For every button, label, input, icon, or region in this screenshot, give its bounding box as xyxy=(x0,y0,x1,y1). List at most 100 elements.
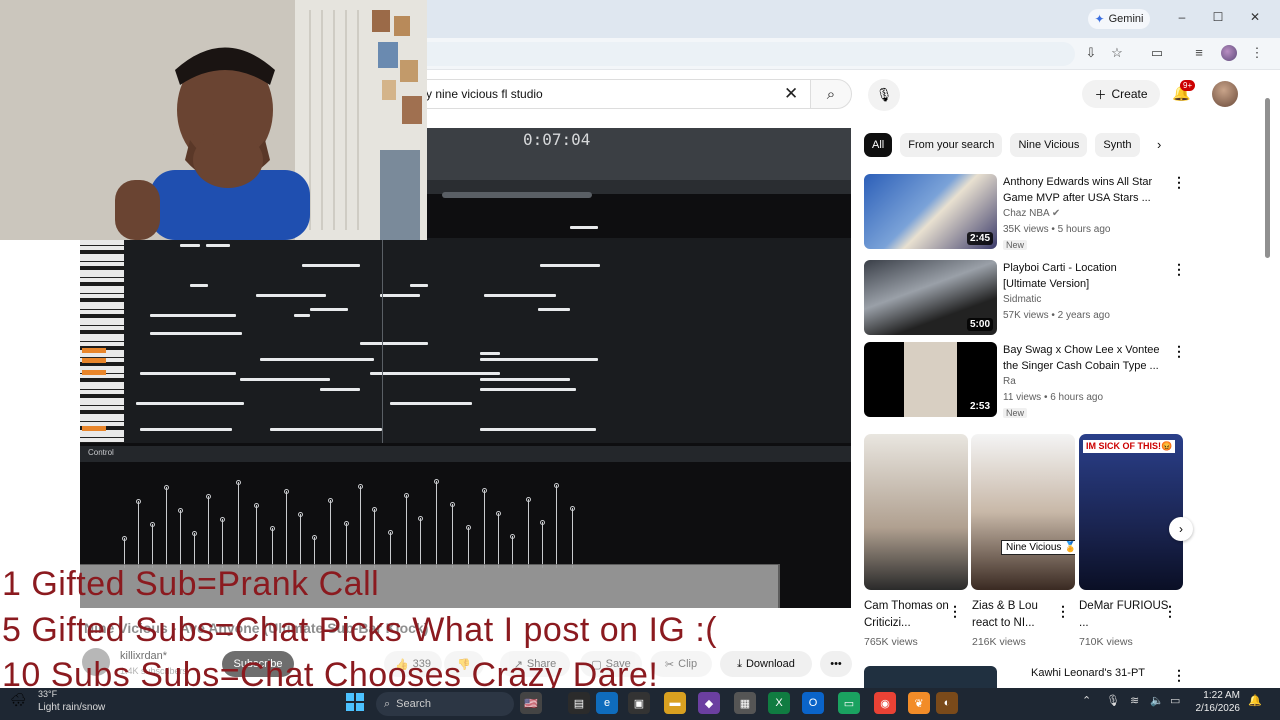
more-options-icon[interactable]: ⋮ xyxy=(1172,667,1186,684)
minimize-button[interactable]: – xyxy=(1174,10,1190,24)
mic-icon[interactable]: 🎙 xyxy=(1106,694,1120,707)
short-thumbnail[interactable] xyxy=(864,434,968,590)
velocity-handle xyxy=(122,536,127,541)
battery-icon[interactable]: ▭ xyxy=(1170,694,1180,707)
close-window-button[interactable]: ✕ xyxy=(1247,10,1263,24)
browser-menu-icon[interactable]: ⋮ xyxy=(1248,45,1266,61)
piano-roll-note xyxy=(370,372,500,375)
chip-from-your-search[interactable]: From your search xyxy=(900,133,1003,157)
piano-roll-note xyxy=(256,294,326,297)
velocity-bar xyxy=(406,495,407,568)
velocity-bar xyxy=(286,491,287,568)
overlay-goal-1: 1 Gifted Sub=Prank Call xyxy=(2,565,380,603)
maximize-button[interactable]: ☐ xyxy=(1210,10,1226,24)
velocity-handle xyxy=(136,499,141,504)
taskbar-clock[interactable]: 1:22 AM 2/16/2026 xyxy=(1188,689,1241,715)
short-title[interactable]: Cam Thomas on Criticizi... xyxy=(864,598,954,632)
store-icon[interactable]: ▣ xyxy=(628,692,650,714)
short-title[interactable]: Zias & B Lou react to NI... xyxy=(972,598,1062,632)
video-thumbnail[interactable]: 2:53 xyxy=(864,342,997,417)
tray-overflow-icon[interactable]: ⌃ xyxy=(1082,694,1091,707)
search-button[interactable]: ⌕ xyxy=(810,79,852,109)
recommended-meta: 11 views • 6 hours ago xyxy=(1003,392,1104,403)
chip-synth[interactable]: Synth xyxy=(1095,133,1140,157)
browser-profile-icon[interactable] xyxy=(1221,45,1237,61)
filter-chips: All From your search Nine Vicious Synth xyxy=(864,133,1140,157)
more-options-icon[interactable]: ⋮ xyxy=(1172,174,1186,191)
more-actions-button[interactable]: ••• xyxy=(820,651,852,677)
download-button[interactable]: ⤓ Download xyxy=(720,651,812,677)
split-view-icon[interactable]: ▭ xyxy=(1148,45,1166,61)
account-avatar[interactable] xyxy=(1212,81,1238,107)
clip-button[interactable]: ✂ Clip xyxy=(650,651,712,677)
app-icon[interactable]: ◆ xyxy=(698,692,720,714)
piano-roll-note xyxy=(180,244,200,247)
video-thumbnail[interactable]: 5:00 xyxy=(864,260,997,335)
fl-studio-icon[interactable]: ❦ xyxy=(908,692,930,714)
short-thumbnail[interactable]: IM SICK OF THIS!😡 xyxy=(1079,434,1183,590)
more-options-icon[interactable]: ⋮ xyxy=(1163,603,1177,620)
velocity-bar xyxy=(498,513,499,568)
recommended-title[interactable]: Playboi Carti - Location [Ultimate Versi… xyxy=(1003,260,1163,292)
velocity-bar xyxy=(484,490,485,568)
more-options-icon[interactable]: ⋮ xyxy=(1172,343,1186,360)
chrome-icon[interactable]: ◉ xyxy=(874,692,896,714)
folder-icon[interactable]: ▬ xyxy=(664,692,686,714)
plus-icon: ＋ xyxy=(1094,87,1107,102)
mic-icon: 🎙 xyxy=(875,87,893,102)
weather-icon[interactable]: 🌨 xyxy=(10,692,27,708)
more-options-icon[interactable]: ⋮ xyxy=(1172,261,1186,278)
app-icon[interactable]: ◐ xyxy=(936,692,958,714)
voice-search-button[interactable]: 🎙 xyxy=(868,79,900,111)
volume-icon[interactable]: 🔈 xyxy=(1150,694,1164,707)
edge-icon[interactable]: e xyxy=(596,692,618,714)
start-button[interactable] xyxy=(346,693,364,711)
shorts-next-button[interactable]: › xyxy=(1169,517,1193,541)
app-icon[interactable]: ▦ xyxy=(734,692,756,714)
chips-next-chevron-icon[interactable]: › xyxy=(1157,137,1161,152)
app-icon[interactable]: ▭ xyxy=(838,692,860,714)
recommended-video[interactable]: 2:53 Bay Swag x Chow Lee x Vontee the Si… xyxy=(864,342,1164,422)
recommended-title[interactable]: Kawhi Leonard's 31-PT xyxy=(1031,667,1145,679)
velocity-handle xyxy=(434,479,439,484)
velocity-handle xyxy=(510,534,515,539)
gemini-button[interactable]: ✦ Gemini xyxy=(1088,9,1150,29)
video-thumbnail[interactable]: 2:45 xyxy=(864,174,997,249)
short-title[interactable]: DeMar FURIOUS ... xyxy=(1079,598,1169,632)
notifications-icon[interactable]: 🔔 xyxy=(1248,694,1262,707)
chip-all[interactable]: All xyxy=(864,133,893,157)
flag-icon[interactable]: 🇺🇸 xyxy=(520,692,542,714)
video-thumbnail[interactable] xyxy=(864,666,997,688)
clear-search-icon[interactable]: ✕ xyxy=(784,84,798,104)
wifi-icon[interactable]: ≋ xyxy=(1130,694,1139,707)
piano-roll-note xyxy=(480,352,500,355)
bookmark-star-icon[interactable]: ☆ xyxy=(1108,45,1126,61)
recommended-title[interactable]: Anthony Edwards wins All Star Game MVP a… xyxy=(1003,174,1163,206)
control-label: Control xyxy=(88,448,114,457)
scissors-icon: ✂ xyxy=(664,658,675,671)
file-explorer-icon[interactable]: ▤ xyxy=(568,692,590,714)
reading-list-icon[interactable]: ≡ xyxy=(1190,45,1208,60)
more-options-icon[interactable]: ⋮ xyxy=(1056,603,1070,620)
more-options-icon[interactable]: ⋮ xyxy=(948,603,962,620)
short-thumbnail[interactable]: Nine Vicious 🏅 xyxy=(971,434,1075,590)
chip-nine-vicious[interactable]: Nine Vicious xyxy=(1010,133,1088,157)
recommended-video[interactable]: 2:45 Anthony Edwards wins All Star Game … xyxy=(864,174,1164,254)
outlook-icon[interactable]: O xyxy=(802,692,824,714)
install-app-icon[interactable]: ⇩ xyxy=(1082,45,1100,61)
recommended-video[interactable]: 5:00 Playboi Carti - Location [Ultimate … xyxy=(864,260,1164,340)
piano-key-active xyxy=(82,358,106,363)
recommended-title[interactable]: Bay Swag x Chow Lee x Vontee the Singer … xyxy=(1003,342,1163,374)
fl-time-display: 0:07:04 xyxy=(523,130,591,149)
velocity-bar xyxy=(256,505,257,568)
velocity-bar xyxy=(208,496,209,568)
velocity-handle xyxy=(496,511,501,516)
excel-icon[interactable]: X xyxy=(768,692,790,714)
create-button[interactable]: ＋ Create xyxy=(1082,80,1160,108)
taskbar-search[interactable]: ⌕ Search xyxy=(376,692,514,716)
velocity-bar xyxy=(346,523,347,568)
piano-key-active xyxy=(82,370,106,375)
page-scrollbar[interactable] xyxy=(1265,98,1270,258)
velocity-handle xyxy=(178,508,183,513)
weather-description: Light rain/snow xyxy=(38,702,106,713)
